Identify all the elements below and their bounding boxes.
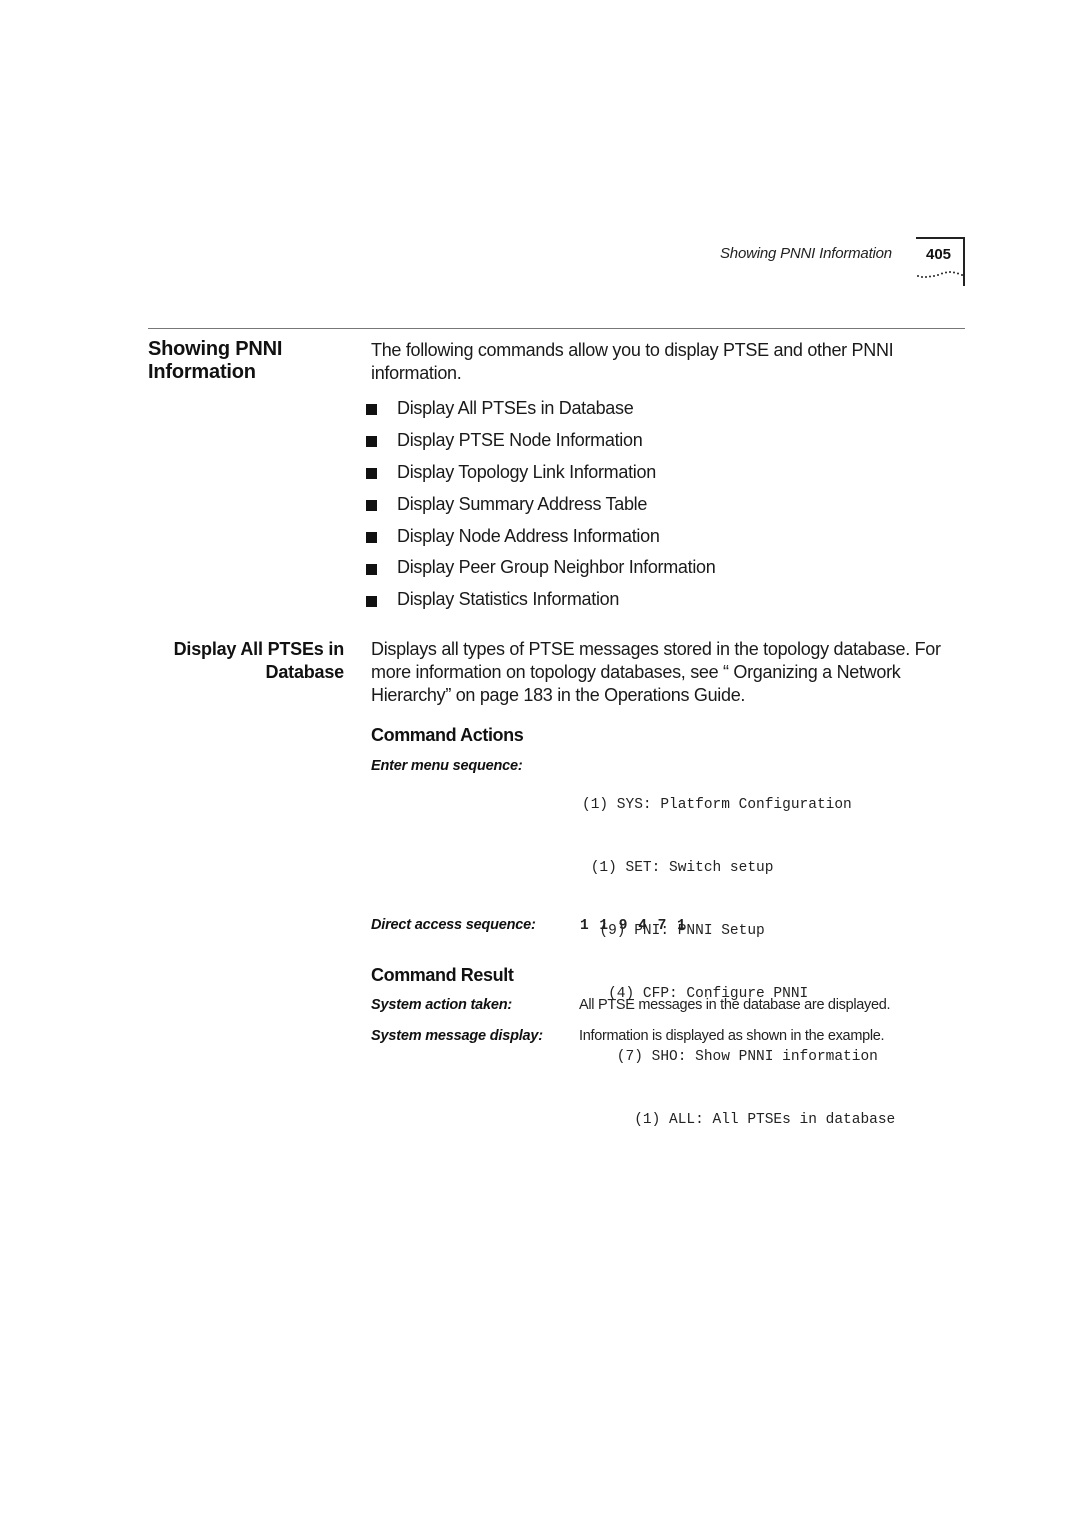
list-item-text: Display Node Address Information [397, 525, 660, 546]
direct-access-sequence-label: Direct access sequence: [371, 917, 536, 933]
list-item-text: Display Statistics Information [397, 589, 620, 610]
enter-menu-sequence-label: Enter menu sequence: [371, 758, 523, 774]
list-item-text: Display Peer Group Neighbor Information [397, 557, 716, 578]
menu-sequence-step: (1) SYS: Platform Configuration [582, 797, 852, 813]
system-action-label: System action taken: [371, 997, 513, 1013]
bullet-square-icon [366, 404, 377, 416]
bullet-square-icon [366, 563, 377, 575]
bullet-square-icon [366, 595, 377, 607]
list-item-text: Display Topology Link Information [397, 461, 656, 482]
command-list: Display All PTSEs in Database Display PT… [366, 392, 716, 615]
menu-sequence-step: (1) ALL: All PTSEs in database [582, 1112, 896, 1128]
list-item: Display Summary Address Table [366, 488, 715, 520]
subsection-heading-line1: Display All PTSEs in [173, 639, 345, 659]
system-message-value: Information is displayed as shown in the… [579, 1028, 885, 1044]
list-item: Display PTSE Node Information [366, 424, 715, 456]
list-item: Display All PTSEs in Database [366, 392, 715, 424]
bullet-square-icon [366, 468, 377, 480]
menu-sequence-step: (1) SET: Switch setup [582, 860, 774, 876]
list-item-text: Display All PTSEs in Database [397, 397, 634, 418]
subsection-heading: Display All PTSEs in Database [148, 638, 345, 684]
header-dotted-wave-ornament [917, 271, 963, 278]
bullet-square-icon [366, 532, 377, 543]
subsection-heading-line2: Database [265, 662, 345, 682]
direct-access-sequence: 1 1 9 4 7 1 [580, 918, 687, 934]
menu-sequence-step: (7) SHO: Show PNNI information [582, 1049, 878, 1065]
section-heading-line1: Showing PNNI [148, 338, 283, 360]
list-item: Display Topology Link Information [366, 456, 715, 488]
section-heading-line2: Information [148, 361, 256, 383]
list-item: Display Node Address Information [366, 520, 715, 552]
bullet-square-icon [366, 436, 377, 448]
list-item-text: Display Summary Address Table [397, 493, 648, 514]
command-result-heading: Command Result [371, 965, 514, 985]
page-number: 405 [926, 246, 952, 263]
bullet-square-icon [366, 500, 377, 512]
list-item: Display Peer Group Neighbor Information [366, 551, 716, 583]
list-item-text: Display PTSE Node Information [397, 429, 643, 450]
section-heading: Showing PNNI Information [148, 338, 282, 384]
menu-sequence: (1) SYS: Platform Configuration (1) SET:… [582, 753, 895, 1152]
subsection-description: Displays all types of PTSE messages stor… [371, 639, 941, 705]
header-frame-top [916, 237, 964, 239]
section-intro: The following commands allow you to disp… [371, 340, 894, 383]
command-actions-heading: Command Actions [371, 725, 524, 745]
system-action-value: All PTSE messages in the database are di… [579, 997, 891, 1013]
list-item: Display Statistics Information [366, 583, 715, 615]
system-message-label: System message display: [371, 1028, 543, 1044]
section-divider [148, 328, 965, 329]
running-header-title: Showing PNNI Information [720, 245, 892, 262]
